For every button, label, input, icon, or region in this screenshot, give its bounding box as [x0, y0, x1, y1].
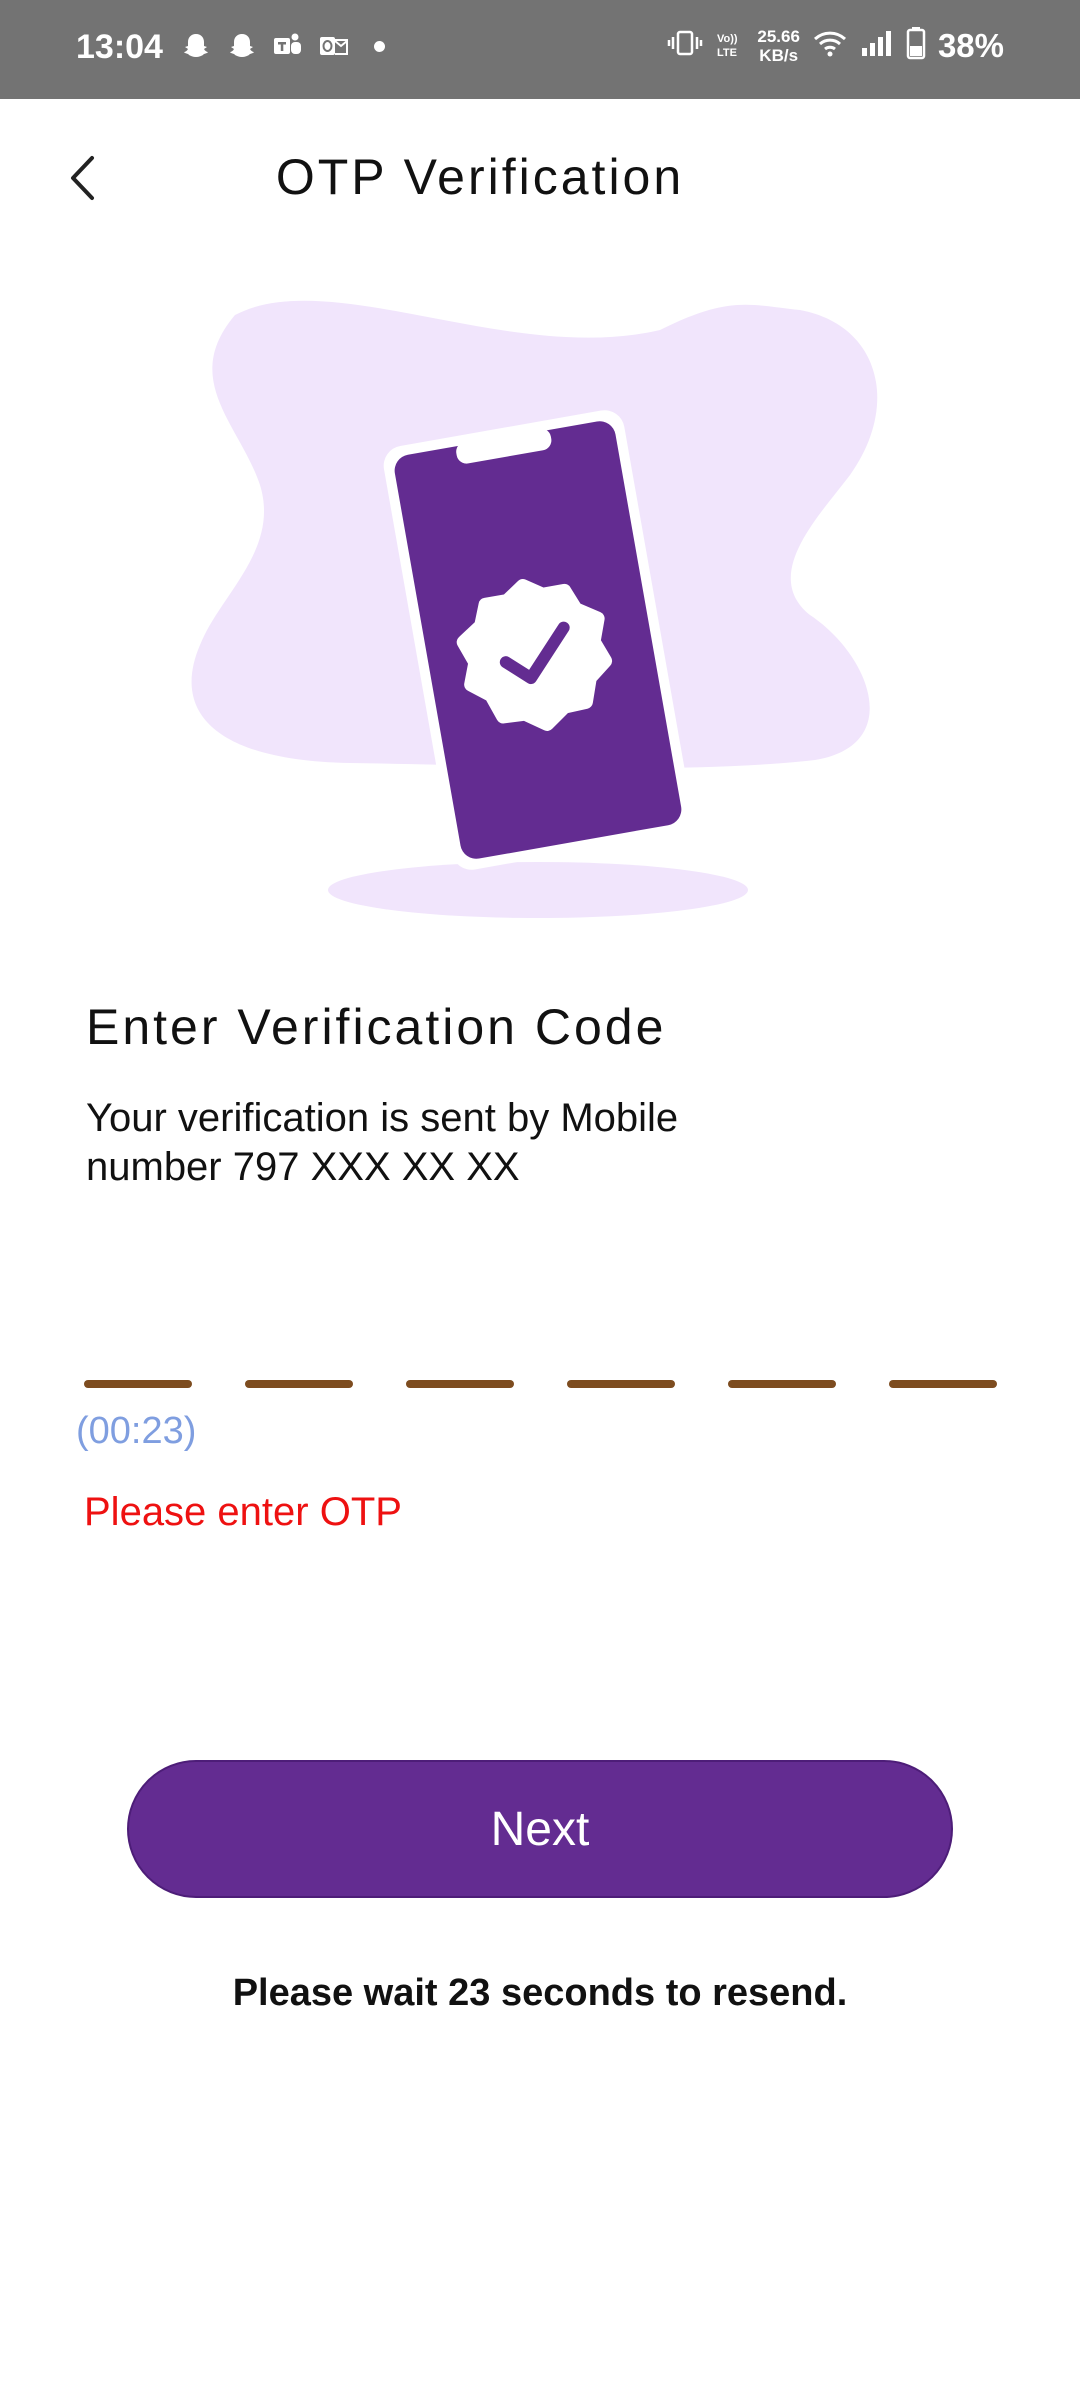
notification-icons	[180, 30, 385, 62]
snapchat-icon	[180, 30, 212, 62]
volte-icon: Vo)) LTE	[715, 29, 745, 62]
otp-digit-1[interactable]	[84, 1380, 192, 1388]
network-speed: 25.66 KB/s	[757, 27, 800, 65]
otp-digit-4[interactable]	[567, 1380, 675, 1388]
network-speed-value: 25.66	[757, 26, 800, 46]
next-button[interactable]: Next	[127, 1760, 953, 1898]
teams-icon	[272, 30, 304, 62]
svg-text:Vo)): Vo))	[717, 33, 738, 45]
more-notifications-icon	[374, 40, 385, 52]
verification-info-text: Your verification is sent by Mobile numb…	[86, 1096, 679, 1189]
status-bar: 13:04 Vo)) LTE 25.66 KB/s 38%	[0, 0, 1080, 99]
battery-percent: 38%	[937, 26, 1004, 64]
countdown-timer: (00:23)	[76, 1410, 197, 1452]
wifi-icon	[812, 28, 848, 63]
system-indicators: Vo)) LTE 25.66 KB/s 38%	[667, 26, 1004, 65]
otp-digit-2[interactable]	[245, 1380, 353, 1388]
network-speed-unit: KB/s	[759, 45, 799, 65]
page-title: OTP Verification	[275, 149, 685, 205]
otp-digit-3[interactable]	[406, 1380, 514, 1388]
outlook-icon	[318, 30, 350, 62]
status-time: 13:04	[76, 28, 163, 66]
vibrate-icon	[667, 28, 703, 63]
otp-digit-6[interactable]	[889, 1380, 997, 1388]
otp-illustration	[191, 300, 878, 918]
battery-icon	[906, 26, 926, 65]
otp-digit-5[interactable]	[728, 1380, 836, 1388]
section-title: Enter Verification Code	[86, 999, 667, 1055]
error-message: Please enter OTP	[84, 1490, 402, 1534]
snapchat-icon	[226, 30, 258, 62]
svg-text:LTE: LTE	[717, 47, 737, 59]
phone-shadow	[328, 862, 748, 918]
otp-input-group[interactable]	[84, 1380, 999, 1400]
resend-status-text: Please wait 23 seconds to resend.	[232, 1972, 848, 2014]
signal-icon	[860, 28, 894, 63]
